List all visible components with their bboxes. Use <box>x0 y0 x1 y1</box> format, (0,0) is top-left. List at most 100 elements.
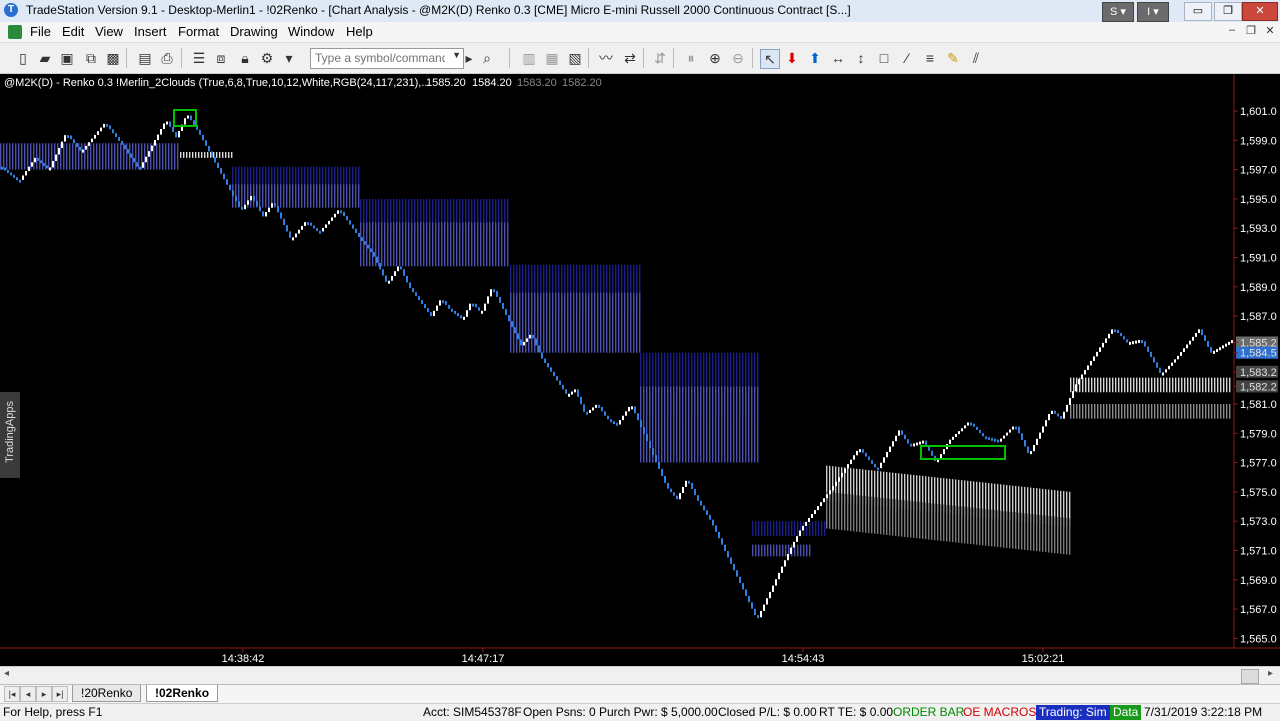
pause-icon[interactable]: ⇵ <box>651 49 669 67</box>
symbol-input[interactable]: ▼ <box>310 48 464 69</box>
cloud-stripe-5-498 <box>498 222 500 267</box>
scroll-left-icon[interactable]: ◂ <box>4 668 9 679</box>
open-folder-icon[interactable]: ▣ <box>58 49 76 67</box>
zoom-out-icon[interactable]: ⊖ <box>729 49 747 67</box>
horizontal-scrollbar[interactable]: ◂ ▸ <box>0 666 1280 685</box>
menu-view[interactable]: View <box>95 24 123 39</box>
renko-brick-177 <box>532 334 534 339</box>
cloud-stripe-11-755 <box>755 544 757 557</box>
bars-icon[interactable]: ▥ <box>520 49 538 67</box>
scroll-thumb[interactable] <box>1241 669 1259 684</box>
scroll-right-icon[interactable]: ▸ <box>1268 668 1273 679</box>
vertical-line-icon[interactable]: ↕ <box>852 49 870 67</box>
cloud-stripe-13-871 <box>871 496 873 534</box>
s-dropdown[interactable]: S ▾ <box>1102 2 1134 22</box>
cloud-stripe-9-682 <box>682 386 684 463</box>
tab-02renko[interactable]: !02Renko <box>146 685 219 702</box>
cloud-stripe-14-1148 <box>1148 377 1150 393</box>
cloud-stripe-1-192 <box>192 152 194 158</box>
i-dropdown[interactable]: I ▾ <box>1137 2 1169 22</box>
renko-brick-119 <box>358 232 360 238</box>
y-tick-15710: 1,571.0 <box>1240 546 1277 558</box>
crosshair-icon[interactable]: ▧ <box>566 49 584 67</box>
menu-insert[interactable]: Insert <box>134 24 167 39</box>
menu-drawing[interactable]: Drawing <box>230 24 278 39</box>
cloud-stripe-13-835 <box>835 492 837 530</box>
renko-brick-92 <box>277 206 279 213</box>
pointer-icon[interactable]: ↖ <box>760 49 780 69</box>
cloud-stripe-15-1100 <box>1100 404 1102 419</box>
symbol-field[interactable] <box>311 49 449 66</box>
oe-macros-indicator[interactable]: OE MACROS <box>960 705 1039 720</box>
compare-icon[interactable]: 〰 <box>597 49 615 67</box>
printer-icon[interactable]: ⎙ <box>158 49 176 67</box>
copy-icon[interactable]: ⧈ <box>212 49 230 67</box>
workspace-icon[interactable]: ⧉ <box>82 49 100 67</box>
renko-brick-302 <box>907 439 909 444</box>
lock-icon[interactable]: ▩ <box>104 49 122 67</box>
print-icon[interactable]: ▤ <box>136 49 154 67</box>
menu-lines-icon[interactable]: ≡ <box>921 49 939 67</box>
renko-icon[interactable]: ▦ <box>543 49 561 67</box>
format-icon[interactable]: ☰ <box>190 49 208 67</box>
trendline-icon[interactable]: ⁄ <box>898 49 916 67</box>
zoom-in-icon[interactable]: ⊕ <box>706 49 724 67</box>
menu-window[interactable]: Window <box>288 24 334 39</box>
cloud-stripe-9-697 <box>697 386 699 463</box>
candles-icon[interactable]: ⏸ <box>682 49 700 67</box>
trading-mode-badge[interactable]: Trading: Sim <box>1036 705 1110 720</box>
menu-help[interactable]: Help <box>346 24 373 39</box>
order-bar-indicator[interactable]: ORDER BAR <box>890 705 967 720</box>
cloud-stripe-5-456 <box>456 222 458 267</box>
renko-brick-219 <box>658 461 660 469</box>
cloud-stripe-14-1193 <box>1193 377 1195 393</box>
mdi-close-button[interactable]: ✕ <box>1262 24 1278 38</box>
status-bar: For Help, press F1 Acct: SIM545378F Open… <box>0 703 1280 721</box>
go-icon[interactable]: ▸ <box>460 49 478 67</box>
renko-brick-61 <box>184 118 186 125</box>
horizontal-line-icon[interactable]: ↔ <box>829 49 847 67</box>
renko-brick-385 <box>1156 362 1158 368</box>
mdi-restore-button[interactable]: ❐ <box>1243 24 1259 38</box>
tab-20renko[interactable]: !20Renko <box>72 685 142 702</box>
data-status-badge[interactable]: Data <box>1110 705 1142 720</box>
close-button[interactable]: ✕ <box>1242 2 1278 21</box>
header-value-2: 1584.20 <box>472 77 512 89</box>
renko-brick-347 <box>1042 426 1044 433</box>
cloud-stripe-0-15 <box>15 143 17 170</box>
first-sheet-button[interactable]: |◂ <box>4 686 20 702</box>
minimize-button[interactable]: ▭ <box>1184 2 1212 21</box>
cloud-stripe-11-764 <box>764 544 766 557</box>
next-sheet-button[interactable]: ▸ <box>36 686 52 702</box>
share-icon[interactable]: ⚙ <box>258 49 276 67</box>
renko-brick-115 <box>346 216 348 221</box>
channel-icon[interactable]: ⫽ <box>967 49 985 67</box>
dropdown-icon[interactable]: ▾ <box>280 49 298 67</box>
marker-icon[interactable]: ✎ <box>944 49 962 67</box>
search-icon[interactable]: ⌕ <box>478 49 496 67</box>
cloud-stripe-9-757 <box>757 386 759 463</box>
buy-arrow-icon[interactable]: ⬆ <box>806 49 824 67</box>
menu-format[interactable]: Format <box>178 24 219 39</box>
lock2-icon[interactable]: 🔒︎ <box>236 49 254 67</box>
renko-brick-23 <box>70 135 72 140</box>
renko-brick-37 <box>112 129 114 134</box>
chart-area[interactable]: 1,601.0 1,599.0 1,597.0 1,595.0 1,593.0 1,591… <box>0 74 1280 666</box>
cloud-stripe-1-201 <box>201 152 203 158</box>
rectangle-icon[interactable]: □ <box>875 49 893 67</box>
trading-apps-tab[interactable]: TradingApps <box>0 392 20 478</box>
menu-file[interactable]: File <box>30 24 51 39</box>
restore-button[interactable]: ❐ <box>1214 2 1242 21</box>
prev-sheet-button[interactable]: ◂ <box>20 686 36 702</box>
renko-brick-295 <box>886 451 888 458</box>
renko-brick-151 <box>454 310 456 314</box>
last-sheet-button[interactable]: ▸| <box>52 686 68 702</box>
new-icon[interactable]: ▯ <box>14 49 32 67</box>
open-icon[interactable]: ▰ <box>36 49 54 67</box>
renko-chart[interactable]: 1,601.0 1,599.0 1,597.0 1,595.0 1,593.0 1,591… <box>0 74 1280 666</box>
chart-window-icon[interactable] <box>8 25 22 39</box>
link-icon[interactable]: ⇄ <box>621 49 639 67</box>
menu-edit[interactable]: Edit <box>62 24 84 39</box>
mdi-minimize-button[interactable]: – <box>1224 24 1240 38</box>
sell-arrow-icon[interactable]: ⬇ <box>783 49 801 67</box>
